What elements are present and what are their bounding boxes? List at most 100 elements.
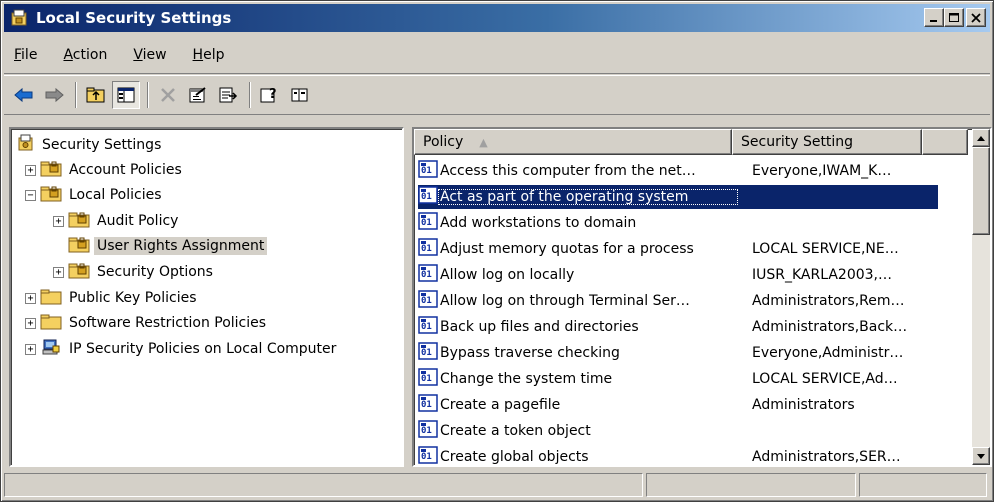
- policy-folder-icon: [68, 235, 90, 257]
- tree-item-audit-policy[interactable]: + Audit Policy: [53, 209, 181, 233]
- policy-name: Create a pagefile: [440, 397, 561, 413]
- toolbar-separator: [147, 82, 149, 108]
- column-header-policy[interactable]: Policy ▲: [414, 129, 732, 155]
- policy-right-icon: 01: [418, 212, 438, 234]
- tree-item-security-settings[interactable]: Security Settings: [17, 133, 164, 157]
- security-setting: Administrators,Back…: [752, 319, 908, 335]
- list-item[interactable]: 01 Back up files and directories Adminis…: [418, 315, 938, 339]
- list-item[interactable]: 01 Act as part of the operating system: [418, 185, 938, 209]
- security-setting: LOCAL SERVICE,Ad…: [752, 371, 898, 387]
- scroll-up-arrow-icon: [977, 135, 985, 141]
- delete-button[interactable]: [154, 81, 182, 109]
- tree-item-label: IP Security Policies on Local Computer: [69, 341, 337, 357]
- policy-name: Back up files and directories: [440, 319, 639, 335]
- security-setting: Administrators,Rem…: [752, 293, 905, 309]
- tree-item-label: Local Policies: [69, 187, 162, 203]
- minimize-button[interactable]: [924, 8, 944, 27]
- expand-toggle[interactable]: +: [53, 215, 64, 227]
- back-icon: [14, 87, 33, 103]
- list-item[interactable]: 01 Add workstations to domain: [418, 211, 938, 235]
- tree-item-label: Public Key Policies: [69, 290, 197, 306]
- security-setting: LOCAL SERVICE,NE…: [752, 241, 899, 257]
- help-icon: ?: [260, 87, 277, 103]
- back-button[interactable]: [10, 81, 38, 109]
- toolbar: ?: [4, 75, 990, 115]
- svg-text:01: 01: [421, 400, 432, 410]
- scroll-down-button[interactable]: [972, 447, 990, 465]
- console-button[interactable]: [286, 81, 314, 109]
- tree-item-label: Account Policies: [69, 162, 182, 178]
- forward-button[interactable]: [40, 81, 68, 109]
- tree-item-software-restriction-policies[interactable]: + Software Restriction Policies: [25, 311, 269, 335]
- security-setting: Administrators,SER…: [752, 449, 901, 465]
- policy-right-icon: 01: [418, 238, 438, 260]
- tree-item-security-options[interactable]: + Security Options: [53, 260, 216, 284]
- export-list-button[interactable]: [214, 81, 242, 109]
- list-item[interactable]: 01 Create global objects Administrators,…: [418, 445, 938, 465]
- policy-right-icon: 01: [418, 186, 438, 208]
- vertical-scrollbar[interactable]: [972, 129, 990, 465]
- folder-icon: [40, 287, 62, 309]
- policy-folder-icon: [68, 261, 90, 283]
- policy-right-icon: 01: [418, 420, 438, 442]
- policy-name: Allow log on through Terminal Ser…: [440, 293, 690, 309]
- properties-icon: [189, 87, 206, 103]
- status-panel-tertiary: [859, 473, 987, 497]
- maximize-button[interactable]: [944, 8, 964, 27]
- expand-toggle[interactable]: +: [25, 343, 36, 355]
- policy-folder-icon: [40, 159, 62, 181]
- column-header-security-setting[interactable]: Security Setting: [732, 129, 922, 155]
- policy-right-icon: 01: [418, 160, 438, 182]
- scroll-up-button[interactable]: [972, 129, 990, 147]
- list-item[interactable]: 01 Adjust memory quotas for a process LO…: [418, 237, 938, 261]
- title-bar[interactable]: Local Security Settings: [4, 4, 990, 32]
- menu-file[interactable]: File: [12, 45, 39, 65]
- policy-name: Change the system time: [440, 371, 613, 387]
- policy-name: Create global objects: [440, 449, 589, 465]
- sort-ascending-icon: ▲: [479, 135, 488, 149]
- menu-help[interactable]: Help: [191, 45, 227, 65]
- console-tree-pane[interactable]: Security Settings + Account Policies − L…: [9, 127, 404, 467]
- up-one-level-button[interactable]: [82, 81, 110, 109]
- tree-item-label: Software Restriction Policies: [69, 315, 267, 331]
- column-header-label: Policy: [423, 134, 464, 150]
- svg-text:01: 01: [421, 374, 432, 384]
- show-hide-console-tree-button[interactable]: [112, 81, 140, 109]
- svg-text:01: 01: [421, 322, 432, 332]
- security-setting: IUSR_KARLA2003,…: [752, 267, 893, 283]
- collapse-toggle[interactable]: −: [25, 189, 36, 201]
- list-item[interactable]: 01 Change the system time LOCAL SERVICE,…: [418, 367, 938, 391]
- tree-item-ip-security-policies[interactable]: + IP Security Policies on Local Computer: [25, 337, 339, 361]
- tree-item-user-rights-assignment[interactable]: User Rights Assignment: [53, 234, 268, 258]
- column-header-label: Security Setting: [741, 134, 854, 150]
- delete-icon: [161, 88, 175, 102]
- properties-button[interactable]: [184, 81, 212, 109]
- list-item[interactable]: 01 Create a token object: [418, 419, 938, 443]
- list-item[interactable]: 01 Access this computer from the net… Ev…: [418, 159, 938, 183]
- expand-toggle[interactable]: +: [53, 266, 64, 278]
- policy-right-icon: 01: [418, 290, 438, 312]
- policy-list-pane[interactable]: Policy ▲ Security Setting 01 Access this…: [412, 127, 992, 467]
- column-header-empty[interactable]: [922, 129, 968, 155]
- security-settings-app-icon: [10, 8, 30, 28]
- tree-item-local-policies[interactable]: − Local Policies: [25, 183, 165, 207]
- export-list-icon: [219, 87, 238, 103]
- help-button[interactable]: ?: [256, 81, 284, 109]
- scrollbar-thumb[interactable]: [972, 147, 990, 235]
- menu-view[interactable]: View: [131, 45, 168, 65]
- console-icon: [291, 88, 308, 102]
- list-item[interactable]: 01 Allow log on through Terminal Ser… Ad…: [418, 289, 938, 313]
- menu-action[interactable]: Action: [61, 45, 109, 65]
- tree-item-public-key-policies[interactable]: + Public Key Policies: [25, 286, 200, 310]
- expand-toggle[interactable]: +: [25, 317, 36, 329]
- list-item[interactable]: 01 Bypass traverse checking Everyone,Adm…: [418, 341, 938, 365]
- policy-right-icon: 01: [418, 264, 438, 286]
- expand-toggle[interactable]: +: [25, 164, 36, 176]
- expand-toggle[interactable]: +: [25, 292, 36, 304]
- policy-name: Act as part of the operating system: [438, 189, 738, 205]
- list-item[interactable]: 01 Create a pagefile Administrators: [418, 393, 938, 417]
- close-button[interactable]: [966, 8, 986, 27]
- list-item[interactable]: 01 Allow log on locally IUSR_KARLA2003,…: [418, 263, 938, 287]
- tree-item-account-policies[interactable]: + Account Policies: [25, 158, 185, 182]
- svg-text:01: 01: [421, 244, 432, 254]
